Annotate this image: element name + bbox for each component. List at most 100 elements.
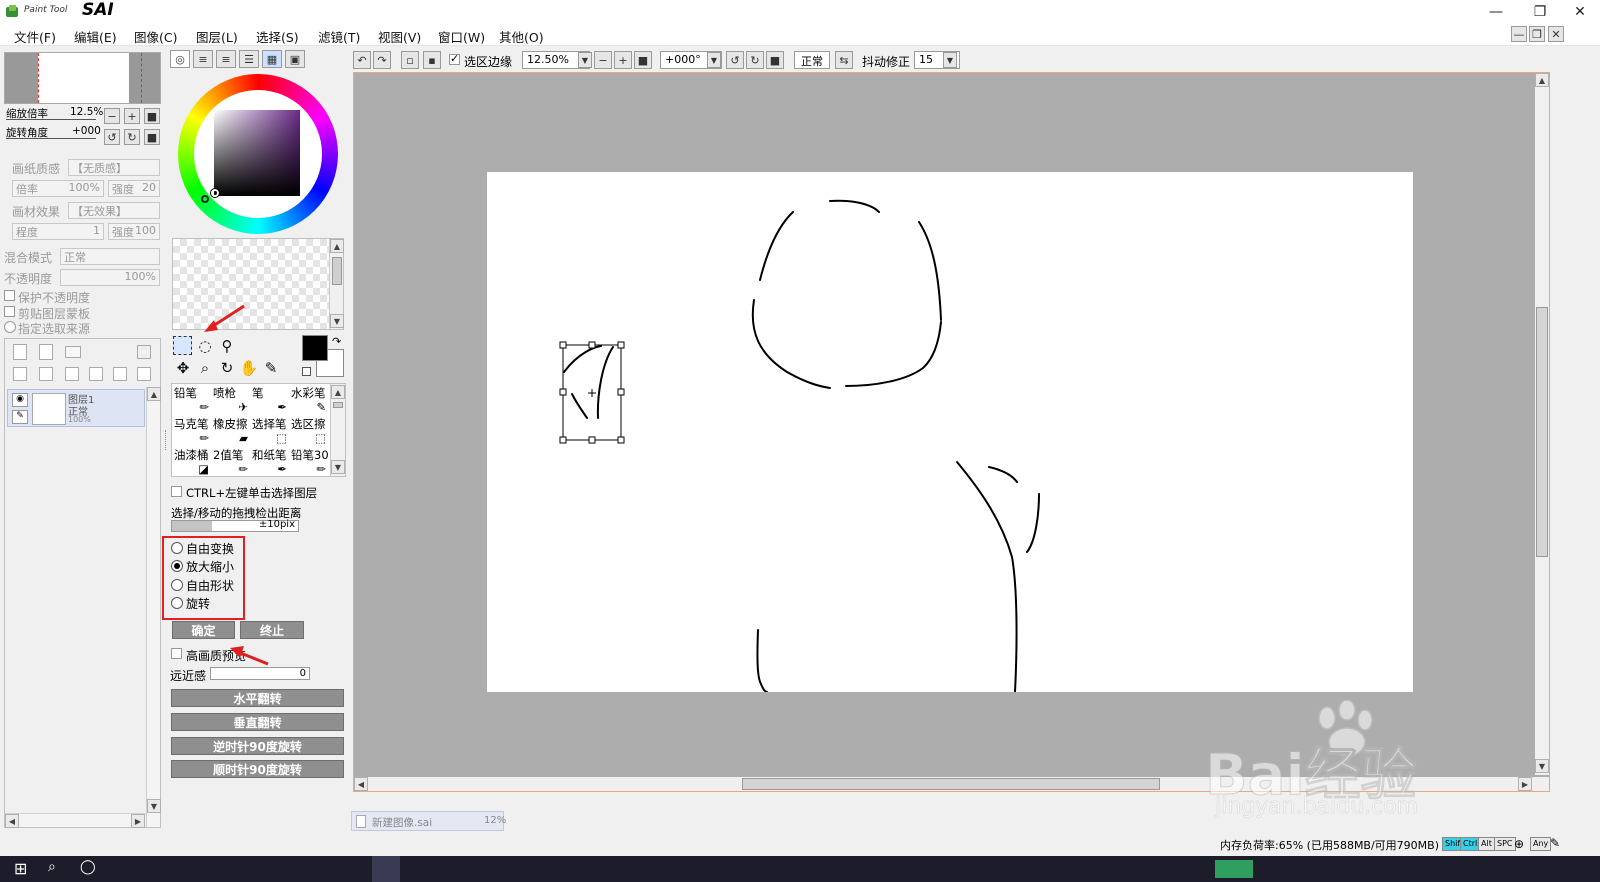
rect-select-icon[interactable] [173,336,192,355]
swatch-area[interactable]: ▲ ▼ [172,238,344,330]
menu-select[interactable]: 选择(S) [256,27,299,45]
cancel-button[interactable]: 终止 [240,621,304,639]
brush-pencil[interactable]: 铅笔 ✏ [174,385,213,416]
new-layer-icon[interactable] [13,344,27,360]
flip-vertical-button[interactable]: 垂直翻转 [171,713,344,731]
canvas-hscroll-thumb[interactable] [742,778,1160,790]
free-shape-radio[interactable] [171,579,183,591]
canvas-vscrollbar[interactable]: ▲ ▼ [1535,73,1549,775]
swatch-scroll-thumb[interactable] [332,257,342,285]
invert-selection-button[interactable]: ▪ [423,51,441,69]
rotate-ccw-button[interactable]: ↺ [726,51,744,69]
doc-restore-button[interactable]: ❐ [1529,26,1545,42]
layer-scroll-up-icon[interactable]: ▲ [147,387,161,401]
selection-edge-checkbox[interactable]: ✓ [449,52,460,68]
menu-window[interactable]: 窗口(W) [438,27,485,45]
hand-icon[interactable]: ✋ [239,358,259,378]
effect-select[interactable]: 【无效果】 [68,202,160,219]
rotate-cw-button[interactable]: ↻ [746,51,764,69]
layer-brush-icon[interactable]: ✎ [12,410,28,424]
doc-close-button[interactable]: ✕ [1548,26,1564,42]
canvas-scroll-right-icon[interactable]: ▶ [1518,777,1532,791]
preserve-opacity-checkbox[interactable] [4,290,15,304]
swatch-list-tab-icon[interactable]: ☰ [239,50,259,68]
layer-menu-icon[interactable] [137,345,151,359]
windows-start-icon[interactable]: ⊞ [14,859,27,878]
scratchpad-tab-icon[interactable]: ▣ [285,50,305,68]
menu-layer[interactable]: 图层(L) [196,27,238,45]
rotate-tool-icon[interactable]: ↻ [217,358,237,378]
rotation-dropdown-icon[interactable]: ▼ [707,52,721,68]
brush-select-pen[interactable]: 选择笔 ⬚ [252,416,291,447]
ctrl-select-checkbox[interactable] [171,486,182,500]
nav-rotate-ccw-button[interactable]: ↺ [104,129,120,145]
free-transform-radio[interactable] [171,542,183,554]
menu-view[interactable]: 视图(V) [378,27,421,45]
document-tab[interactable]: 新建图像.sai 12% [351,811,506,831]
visibility-eye-icon[interactable]: ◉ [12,393,28,407]
nav-zoom-in-button[interactable]: + [124,108,140,124]
nav-angle-slider[interactable] [6,138,96,139]
menu-image[interactable]: 图像(C) [134,27,177,45]
layer-row[interactable]: ◉ ✎ 图层1 正常 100% [7,389,145,427]
nav-rotate-reset-button[interactable]: ■ [144,129,160,145]
primary-color-swatch[interactable] [302,335,328,361]
opacity-slider[interactable]: 100% [60,269,160,286]
navigator-preview[interactable] [4,52,161,104]
search-icon[interactable]: ⌕ [48,859,56,875]
merge-visible-icon[interactable] [113,367,127,381]
close-button[interactable]: ✕ [1558,0,1600,24]
deselect-button[interactable]: ▫ [401,51,419,69]
panel-splitter[interactable] [165,430,168,450]
flatten-icon[interactable] [137,367,151,381]
swatch-scroll-down-icon[interactable]: ▼ [330,314,344,328]
paper-texture-select[interactable]: 【无质感】 [68,159,160,176]
redo-button[interactable]: ↷ [373,51,391,69]
canvas-scroll-down-icon[interactable]: ▼ [1535,759,1549,773]
drag-distance-slider[interactable]: ±10pix [171,519,299,532]
rgb-slider-tab-icon[interactable]: ≡ [193,50,213,68]
brush-select-eraser[interactable]: 选区擦 ⬚ [291,416,330,447]
brush-airbrush[interactable]: 喷枪 ✈ [213,385,252,416]
doc-minimize-button[interactable]: — [1511,26,1527,42]
menu-other[interactable]: 其他(O) [499,27,544,45]
zoom-in-button[interactable]: + [614,51,632,69]
swatch-grid-tab-icon[interactable]: ▦ [262,50,282,68]
new-vector-layer-icon[interactable] [39,344,53,360]
brush-washi[interactable]: 和纸笔 ✒ [252,447,291,478]
color-wheel-tab-icon[interactable]: ◎ [170,50,190,68]
canvas-scroll-up-icon[interactable]: ▲ [1535,73,1549,87]
brush-watercolor[interactable]: 水彩笔 ✎ [291,385,330,416]
canvas-vscroll-thumb[interactable] [1536,307,1548,557]
strength-field[interactable]: 强度 20 [108,180,160,197]
brush-scroll-thumb[interactable] [333,402,343,408]
brush-pen[interactable]: 笔 ✒ [252,385,291,416]
rotate-ccw-90-button[interactable]: 逆时针90度旋转 [171,737,344,755]
rotate-reset-button[interactable]: ■ [766,51,784,69]
copy-layer-icon[interactable] [13,367,27,381]
brush-bucket[interactable]: 油漆桶 ◪ [174,447,213,478]
strength2-field[interactable]: 强度 100 [108,223,160,240]
canvas-scroll-left-icon[interactable]: ◀ [354,777,368,791]
brush-marker[interactable]: 马克笔 ✏ [174,416,213,447]
minimize-button[interactable]: — [1474,0,1518,24]
zoom-dropdown-icon[interactable]: ▼ [578,52,592,68]
scale-radio[interactable] [171,560,183,572]
rotate-radio[interactable] [171,597,183,609]
lasso-icon[interactable]: ◌ [195,336,215,356]
swatch-scroll-up-icon[interactable]: ▲ [330,239,344,253]
undo-button[interactable]: ↶ [353,51,371,69]
rotate-cw-90-button[interactable]: 顺时针90度旋转 [171,760,344,778]
brush-eraser[interactable]: 橡皮擦 ▰ [213,416,252,447]
brush-binary[interactable]: 2值笔 ✏ [213,447,252,478]
brush-scroll-up-icon[interactable]: ▲ [331,385,345,399]
hq-preview-checkbox[interactable] [171,648,182,662]
menu-filter[interactable]: 滤镜(T) [318,27,360,45]
sv-square[interactable] [214,110,300,196]
sv-picker-handle[interactable] [210,188,220,198]
magic-wand-icon[interactable]: ⚲ [217,336,237,356]
layer-hscrollbar[interactable]: ◀ ▶ [5,813,146,828]
clear-layer-icon[interactable] [65,367,79,381]
menu-file[interactable]: 文件(F) [14,27,56,45]
brush-pencil30[interactable]: 铅笔30 ✏ [291,447,330,478]
